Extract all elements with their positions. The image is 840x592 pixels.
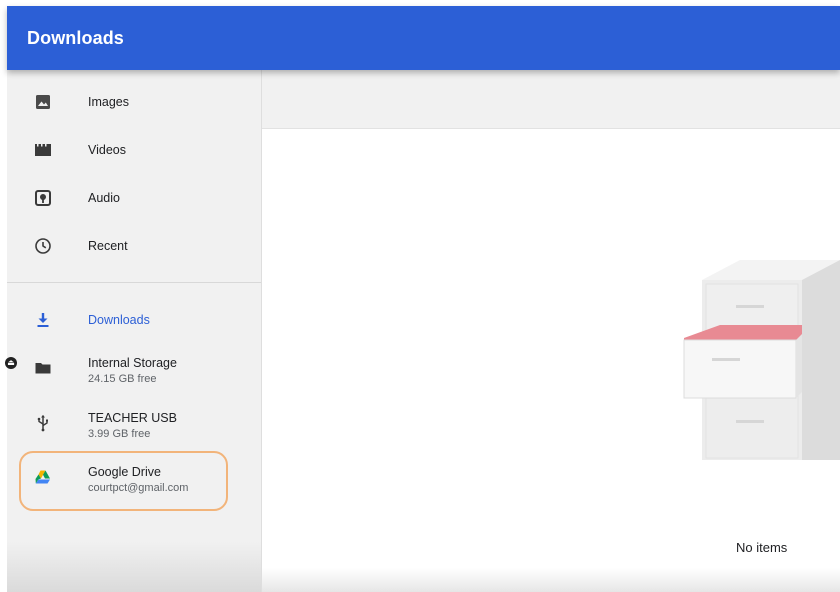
empty-state-illustration	[683, 260, 840, 460]
sidebar-item-label: Downloads	[88, 313, 150, 327]
free-space-text: 24.15 GB free	[88, 373, 157, 385]
audio-icon	[34, 189, 52, 207]
sidebar-item-videos[interactable]: Videos	[7, 129, 261, 171]
sidebar-item-google-drive[interactable]: Google Drive courtpct@gmail.com	[7, 456, 261, 498]
google-drive-icon	[34, 468, 52, 486]
main-footer	[262, 568, 840, 592]
sidebar-item-label: Audio	[88, 191, 120, 205]
sidebar: Images Videos Audio Recent Downloads ⏏ I…	[5, 70, 262, 592]
sidebar-item-recent[interactable]: Recent	[7, 225, 261, 267]
video-icon	[34, 141, 52, 159]
sidebar-divider	[7, 282, 261, 283]
usb-icon	[34, 414, 52, 432]
sidebar-item-downloads[interactable]: Downloads	[7, 299, 261, 341]
clock-icon	[34, 237, 52, 255]
app-title: Downloads	[27, 28, 124, 48]
sidebar-item-label: Recent	[88, 239, 128, 253]
account-email: courtpct@gmail.com	[88, 482, 189, 494]
sidebar-item-teacher-usb[interactable]: TEACHER USB 3.99 GB free	[7, 402, 261, 444]
sidebar-item-internal-storage[interactable]: Internal Storage 24.15 GB free	[7, 347, 261, 389]
folder-icon	[34, 359, 52, 377]
download-icon	[34, 311, 52, 329]
sidebar-item-images[interactable]: Images	[7, 81, 261, 123]
image-icon	[34, 93, 52, 111]
sidebar-item-label: Videos	[88, 143, 126, 157]
sidebar-item-label: Internal Storage	[88, 356, 177, 370]
sidebar-item-audio[interactable]: Audio	[7, 177, 261, 219]
toolbar	[262, 70, 840, 129]
free-space-text: 3.99 GB free	[88, 428, 151, 440]
app-bar: Downloads	[7, 6, 840, 70]
file-list-area[interactable]: No items	[262, 70, 840, 592]
sidebar-item-label: Google Drive	[88, 465, 161, 479]
sidebar-item-label: Images	[88, 95, 129, 109]
sidebar-item-label: TEACHER USB	[88, 411, 177, 425]
sidebar-footer	[7, 542, 261, 592]
empty-state-text: No items	[736, 540, 788, 555]
